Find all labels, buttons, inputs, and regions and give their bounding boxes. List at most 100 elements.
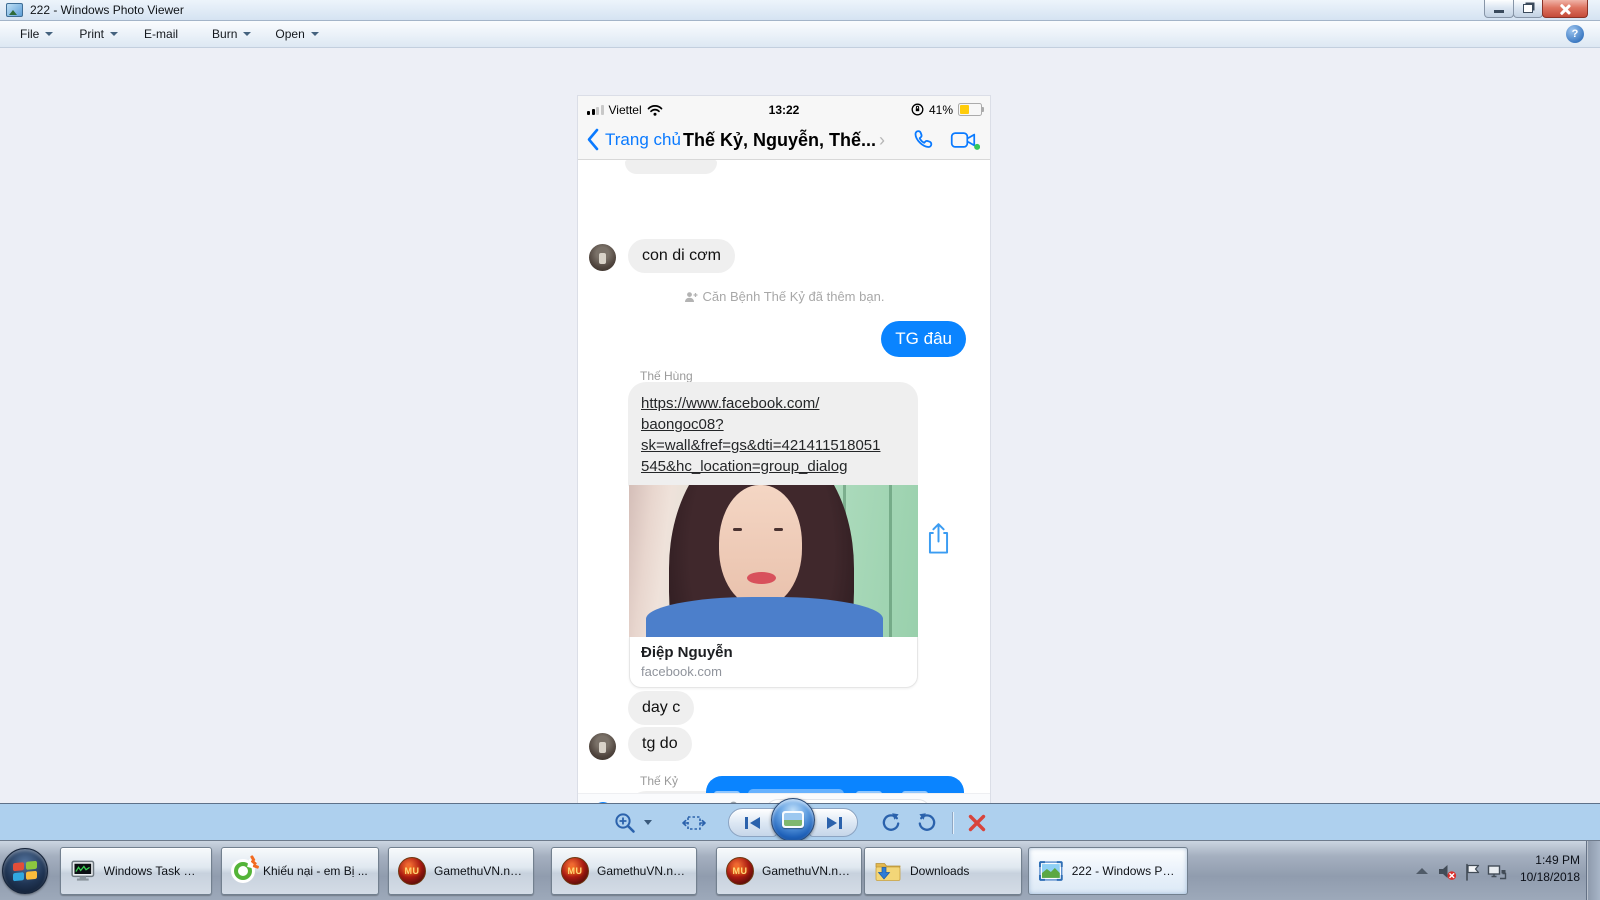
viewer-toolbar [0, 803, 1600, 840]
window-controls [1485, 0, 1588, 18]
taskbar-button-label: Khiếu nại - em Bị ... [263, 864, 368, 878]
link-line: 545&hc_location=group_dialog [641, 458, 847, 475]
restore-button[interactable] [1513, 0, 1543, 18]
menu-file[interactable]: File [20, 27, 53, 41]
show-desktop-button[interactable] [1586, 841, 1600, 900]
link-line: baongoc08? [641, 416, 724, 433]
next-button[interactable] [809, 808, 858, 837]
taskbar-button-gamethuvn-3[interactable]: MU GamethuVN.net -... [716, 847, 862, 895]
battery-icon [958, 103, 982, 116]
zoom-button[interactable] [613, 811, 639, 835]
taskbar-button-coccoc[interactable]: Khiếu nại - em Bị ... [221, 847, 379, 895]
taskbar-button-label: Windows Task M... [104, 864, 202, 878]
menu-open[interactable]: Open [275, 27, 318, 41]
menu-print[interactable]: Print [79, 27, 118, 41]
zoom-dropdown-caret[interactable] [644, 820, 652, 825]
photo-viewer-icon [1038, 860, 1064, 882]
sender-label: Thế Hùng [640, 369, 693, 383]
menu-file-label: File [20, 27, 39, 41]
taskbar-button-downloads[interactable]: Downloads [864, 847, 1022, 895]
clock-time: 1:49 PM [1504, 852, 1580, 869]
play-slideshow-button[interactable] [771, 798, 815, 842]
phone-screenshot: Viettel 13:22 41% [578, 96, 990, 851]
taskbar-button-label: GamethuVN.net -... [762, 864, 852, 878]
sender-label: Thế Kỷ [640, 774, 678, 788]
taskbar-button-photo-viewer[interactable]: 222 - Windows Ph... [1028, 847, 1188, 895]
taskbar-button-label: GamethuVN.net -... [597, 864, 687, 878]
taskbar-button-label: 222 - Windows Ph... [1072, 864, 1178, 878]
delete-button[interactable] [967, 813, 987, 833]
rotate-clockwise-button[interactable] [916, 812, 938, 834]
minimize-icon [1494, 10, 1504, 13]
link-preview-photo[interactable] [629, 485, 918, 637]
fit-to-window-button[interactable] [682, 812, 706, 834]
menu-print-label: Print [79, 27, 104, 41]
minimize-button[interactable] [1484, 0, 1514, 18]
clock-date: 10/18/2018 [1504, 869, 1580, 886]
taskbar-button-gamethuvn-1[interactable]: MU GamethuVN.net -... [388, 847, 534, 895]
next-icon [824, 816, 844, 830]
close-icon [1559, 3, 1571, 15]
menu-email[interactable]: E-mail [144, 27, 178, 41]
task-manager-icon [70, 859, 96, 883]
avatar[interactable] [589, 733, 616, 760]
chevron-down-icon [243, 32, 251, 36]
link-line: https://www.facebook.com/ [641, 395, 819, 412]
chevron-right-icon: › [879, 130, 885, 150]
link-preview-card[interactable]: Điệp Nguyễn facebook.com [629, 637, 918, 688]
message-bubble: con di cơm [628, 239, 735, 273]
mu-game-icon: MU [561, 857, 589, 885]
windows-logo-icon [13, 861, 37, 882]
link-card-title: Điệp Nguyễn [641, 644, 906, 661]
phone-call-icon[interactable] [912, 128, 936, 152]
chevron-down-icon [110, 32, 118, 36]
rotate-counterclockwise-button[interactable] [880, 812, 902, 834]
downloads-folder-icon [874, 859, 902, 883]
message-text: day c [642, 699, 680, 717]
orientation-lock-icon [911, 103, 924, 116]
message-text: TG đâu [895, 329, 952, 349]
close-button[interactable] [1542, 0, 1588, 18]
show-hidden-icons-button[interactable] [1416, 868, 1428, 874]
mu-game-icon: MU [398, 857, 426, 885]
screen: 222 - Windows Photo Viewer File Print E-… [0, 0, 1600, 900]
volume-muted-icon[interactable] [1438, 863, 1457, 881]
restore-icon [1523, 4, 1533, 13]
chevron-down-icon [311, 32, 319, 36]
slideshow-icon [782, 811, 804, 828]
action-center-flag-icon[interactable] [1464, 863, 1481, 881]
link-card-domain: facebook.com [641, 664, 906, 679]
message-bubble: tg do [628, 727, 692, 761]
coccoc-browser-icon [231, 859, 255, 883]
share-icon[interactable] [925, 522, 952, 555]
taskbar: Windows Task M... Khiếu nại - em Bị ... … [0, 840, 1600, 900]
toolbar-divider [952, 812, 953, 834]
chat-area[interactable]: con di cơm Căn Bệnh Thế Kỷ đã thêm bạn. … [578, 160, 990, 793]
menu-bar: File Print E-mail Burn Open ? [0, 21, 1600, 48]
link-line: sk=wall&fref=gs&dti=421411518051 [641, 437, 880, 454]
partial-message-bubble [625, 160, 717, 174]
previous-button[interactable] [728, 808, 777, 837]
person-add-icon [684, 291, 698, 303]
help-button[interactable]: ? [1566, 25, 1584, 43]
start-button[interactable] [2, 848, 48, 894]
window-title: 222 - Windows Photo Viewer [30, 3, 184, 17]
system-message-text: Căn Bệnh Thế Kỷ đã thêm bạn. [703, 289, 885, 304]
message-text: con di cơm [642, 247, 721, 265]
avatar[interactable] [589, 244, 616, 271]
chevron-down-icon [45, 32, 53, 36]
taskbar-button-gamethuvn-2[interactable]: MU GamethuVN.net -... [551, 847, 697, 895]
help-icon: ? [1572, 28, 1579, 40]
partial-message-bubble-outgoing [706, 776, 964, 793]
video-call-icon[interactable] [950, 129, 980, 151]
menu-burn[interactable]: Burn [212, 27, 251, 41]
conversation-title-text: Thế Kỷ, Nguyễn, Thế... [683, 130, 876, 150]
photo-viewer-app-icon [6, 3, 23, 17]
taskbar-clock[interactable]: 1:49 PM 10/18/2018 [1504, 852, 1580, 886]
taskbar-button-task-manager[interactable]: Windows Task M... [60, 847, 212, 895]
taskbar-button-label: GamethuVN.net -... [434, 864, 524, 878]
window-titlebar[interactable]: 222 - Windows Photo Viewer [0, 0, 1600, 21]
messenger-nav-bar: Trang chủ Thế Kỷ, Nguyễn, Thế...› [578, 123, 990, 160]
link-message[interactable]: https://www.facebook.com/ baongoc08? sk=… [628, 382, 918, 488]
menu-burn-label: Burn [212, 27, 237, 41]
